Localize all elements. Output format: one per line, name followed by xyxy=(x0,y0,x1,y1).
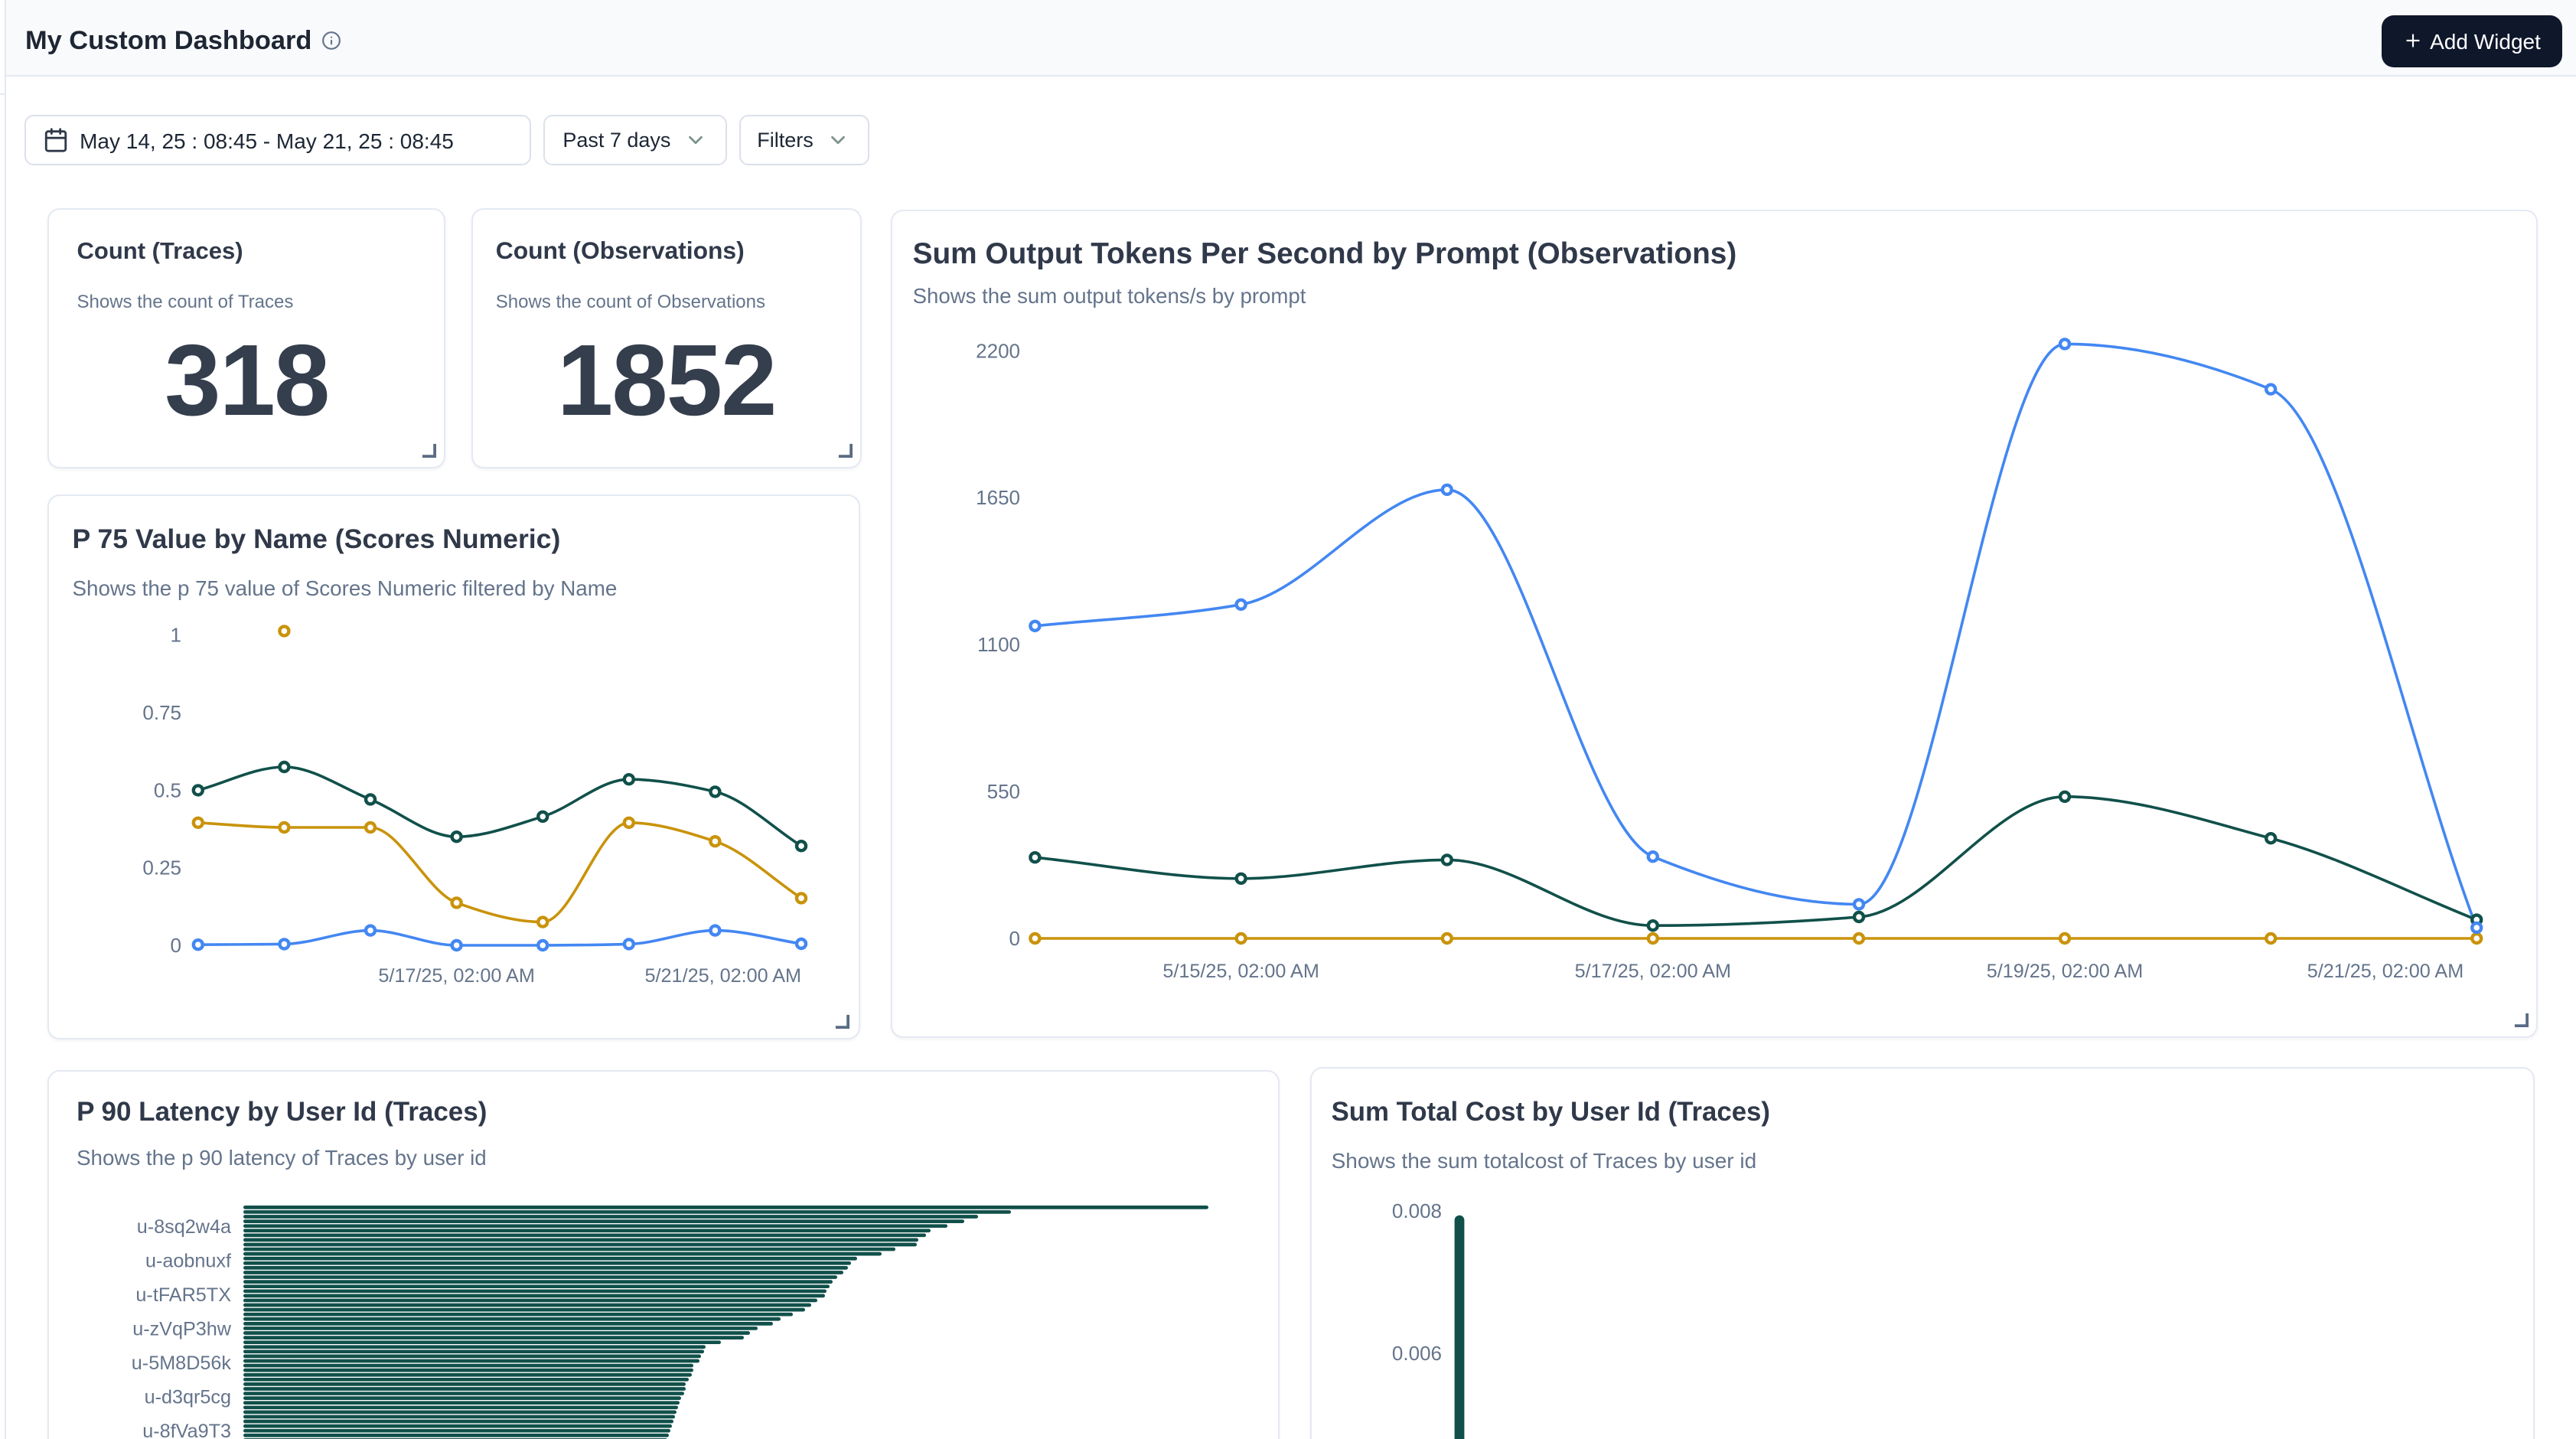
svg-text:0.008: 0.008 xyxy=(1392,1199,1442,1222)
svg-text:u-8sq2w4a: u-8sq2w4a xyxy=(137,1216,232,1238)
svg-text:5/17/25, 02:00 AM: 5/17/25, 02:00 AM xyxy=(378,965,534,987)
svg-text:5/15/25, 02:00 AM: 5/15/25, 02:00 AM xyxy=(1162,961,1319,982)
svg-text:u-8fVa9T3: u-8fVa9T3 xyxy=(142,1421,231,1439)
svg-text:0.75: 0.75 xyxy=(142,701,181,724)
svg-text:0.5: 0.5 xyxy=(154,778,181,801)
svg-text:5/21/25, 02:00 AM: 5/21/25, 02:00 AM xyxy=(645,965,801,987)
svg-text:1: 1 xyxy=(171,624,181,647)
svg-text:u-zVqP3hw: u-zVqP3hw xyxy=(132,1318,232,1339)
svg-text:0.25: 0.25 xyxy=(142,857,181,879)
svg-text:5/17/25, 02:00 AM: 5/17/25, 02:00 AM xyxy=(1575,961,1731,982)
svg-text:u-aobnuxf: u-aobnuxf xyxy=(145,1251,232,1272)
svg-text:5/19/25, 02:00 AM: 5/19/25, 02:00 AM xyxy=(1987,961,2143,982)
svg-text:5/21/25, 02:00 AM: 5/21/25, 02:00 AM xyxy=(2307,961,2464,982)
svg-text:0.006: 0.006 xyxy=(1392,1342,1442,1365)
svg-text:u-tFAR5TX: u-tFAR5TX xyxy=(135,1284,231,1306)
svg-text:0: 0 xyxy=(171,934,181,957)
svg-text:1650: 1650 xyxy=(976,486,1020,509)
svg-text:1100: 1100 xyxy=(977,633,1020,656)
svg-text:0: 0 xyxy=(1009,927,1020,950)
svg-text:2200: 2200 xyxy=(976,339,1020,362)
svg-text:u-d3qr5cg: u-d3qr5cg xyxy=(145,1387,231,1408)
svg-text:550: 550 xyxy=(987,780,1020,803)
svg-text:u-5M8D56k: u-5M8D56k xyxy=(132,1353,232,1374)
